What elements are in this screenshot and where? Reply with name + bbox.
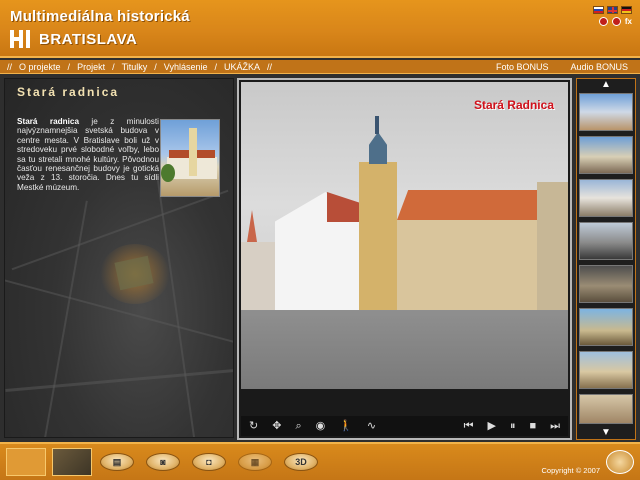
info-description-bold: Stará radnica [17,117,80,126]
scene-spire [247,210,257,242]
thumbnail[interactable] [579,136,633,174]
skip-back-icon[interactable]: ⏮ [464,420,474,432]
city-name: BRATISLAVA [39,31,138,48]
footer-photo-tile[interactable] [52,448,92,476]
book-icon[interactable]: ▤ [100,453,134,471]
scene-hall-roof [397,190,537,220]
en-flag-icon[interactable] [607,6,618,14]
thumbnail[interactable] [579,93,633,131]
fx-label[interactable]: fx [625,17,632,26]
move-icon[interactable]: ✥ [272,420,281,432]
scene-building-right [537,182,568,310]
music-off-icon[interactable] [598,17,608,26]
3d-button[interactable]: 3D [284,453,318,471]
map-street [5,368,233,393]
scene-tower [359,162,397,310]
film-icon[interactable]: ▦ [238,453,272,471]
thumbnail[interactable] [579,351,633,389]
scene-hall [397,220,537,310]
map-street [156,180,196,437]
camera-icon[interactable]: ◙ [146,453,180,471]
eye-icon[interactable]: ◉ [316,420,326,432]
footer: ▤ ◙ ◘ ▦ 3D Copyright © 2007 [0,442,640,480]
sound-off-icon[interactable] [611,17,621,26]
rotate-icon[interactable]: ↻ [249,420,258,432]
scene-roof [327,192,359,222]
app-window: Multimediálna historická BRATISLAVA fx /… [0,0,640,480]
pause-icon[interactable]: ⏸ [510,420,516,432]
logo-icon [10,30,32,48]
play-icon[interactable]: ▶ [487,420,495,432]
viewer-toolbar: ↻ ✥ ⌕ ◉ 🚶 ∿ ⏮ ▶ ⏸ ■ ⏭ [241,416,568,436]
zoom-icon[interactable]: ⌕ [295,420,301,432]
language-selector [593,6,632,14]
thumbnail[interactable] [579,308,633,346]
app-title: Multimediálna historická [10,8,190,25]
de-flag-icon[interactable] [621,6,632,14]
video-camera-icon[interactable]: ◘ [192,453,226,471]
info-photo[interactable] [160,119,220,197]
nav-ukazka[interactable]: UKÁŽKA [224,62,260,72]
nav-titulky[interactable]: Titulky [122,62,148,72]
walk-icon[interactable]: 🚶 [339,420,353,432]
thumbnail[interactable] [579,394,633,424]
info-title: Stará radnica [17,85,120,99]
skip-forward-icon[interactable]: ⏭ [550,420,560,432]
nav-bonus-group: Foto BONUS Audio BONUS [496,62,628,72]
compass-icon[interactable] [606,450,634,474]
stop-icon[interactable]: ■ [529,420,536,432]
nav-foto-bonus[interactable]: Foto BONUS [496,62,549,72]
thumbnail[interactable] [579,265,633,303]
sk-flag-icon[interactable] [593,6,604,14]
path-icon[interactable]: ∿ [367,420,376,432]
main-nav: // O projekte / Projekt / Titulky / Vyhl… [0,60,640,74]
map-street [44,200,88,437]
info-description-body: je z minulosti najvýznamnejšia svetská b… [17,117,159,192]
info-description: Stará radnica je z minulosti najvýznamne… [17,117,159,192]
nav-vyhlasenie[interactable]: Vyhlásenie [164,62,208,72]
thumbnail[interactable] [579,179,633,217]
sound-controls: fx [598,17,632,26]
footer-map-tile[interactable] [6,448,46,476]
scene-ground [241,310,568,389]
scene-label: Stará Radnica [473,98,554,112]
thumbnail-strip: ▲ ▼ [576,78,636,440]
3d-scene[interactable]: Stará Radnica [241,82,568,389]
triangle-up-icon[interactable]: ▲ [577,79,635,91]
triangle-down-icon[interactable]: ▼ [577,427,635,439]
header: Multimediálna historická BRATISLAVA fx [0,0,640,58]
3d-viewer: Stará Radnica ↻ ✥ ⌕ ◉ 🚶 ∿ ⏮ ▶ ⏸ ■ ⏭ [237,78,572,440]
scene-tower-spire [375,116,379,134]
copyright: Copyright © 2007 [541,466,600,475]
nav-o-projekte[interactable]: O projekte [19,62,61,72]
thumbnail[interactable] [579,222,633,260]
nav-projekt[interactable]: Projekt [77,62,105,72]
info-panel: Stará radnica Stará radnica je z minulos… [4,78,234,438]
scene-tower-roof [369,132,387,164]
nav-audio-bonus[interactable]: Audio BONUS [570,62,628,72]
